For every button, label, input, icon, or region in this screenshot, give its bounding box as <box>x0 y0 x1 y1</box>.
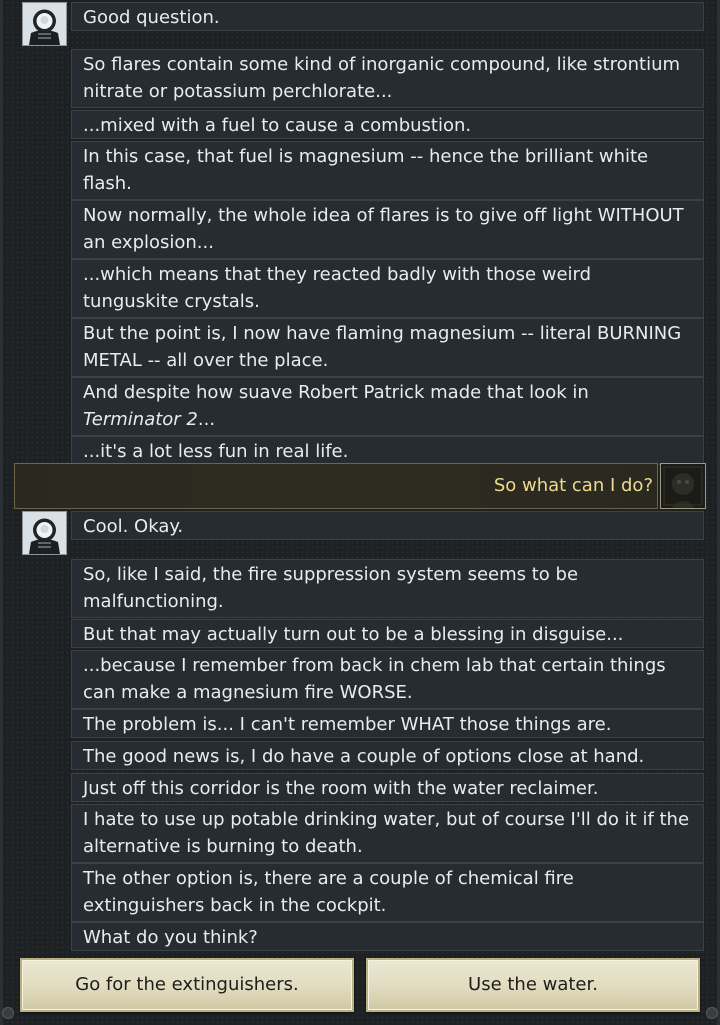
npc-message: The problem is... I can't remember WHAT … <box>71 709 704 738</box>
message-line: So flares contain some kind of inorganic… <box>83 54 681 75</box>
npc-message: I hate to use up potable drinking water,… <box>71 804 704 863</box>
message-line: Now normally, the whole idea of flares i… <box>83 205 684 226</box>
npc-message: The good news is, I do have a couple of … <box>71 741 704 770</box>
ellipsis-text: ... <box>197 409 216 430</box>
npc-message: So, like I said, the fire suppression sy… <box>71 559 704 618</box>
npc-message: What do you think? <box>71 922 704 951</box>
player-message-text: So what can I do? <box>493 475 653 496</box>
astronaut-portrait-icon <box>22 511 67 555</box>
message-line: So, like I said, the fire suppression sy… <box>83 564 579 585</box>
corner-rivet-icon <box>2 1007 14 1019</box>
astronaut-portrait-icon <box>22 2 67 46</box>
message-line: malfunctioning. <box>83 591 224 612</box>
npc-message: Now normally, the whole idea of flares i… <box>71 200 704 259</box>
message-line: alternative is burning to death. <box>83 836 363 857</box>
message-line: can make a magnesium fire WORSE. <box>83 682 413 703</box>
npc-message: Good question. <box>71 2 704 31</box>
message-line: Good question. <box>83 7 220 28</box>
npc-message: ...because I remember from back in chem … <box>71 650 704 709</box>
message-line: an explosion... <box>83 232 214 253</box>
player-portrait-icon <box>660 463 706 509</box>
message-line: But that may actually turn out to be a b… <box>83 624 624 645</box>
message-line: In this case, that fuel is magnesium -- … <box>83 146 649 167</box>
message-line: Terminator 2... <box>83 406 693 433</box>
message-line: And despite how suave Robert Patrick mad… <box>83 382 589 403</box>
npc-message: So flares contain some kind of inorganic… <box>71 49 704 108</box>
npc-message: But that may actually turn out to be a b… <box>71 619 704 648</box>
npc-message: ...mixed with a fuel to cause a combusti… <box>71 110 704 139</box>
message-line: ...which means that they reacted badly w… <box>83 264 592 285</box>
npc-message: Cool. Okay. <box>71 511 704 540</box>
npc-message: ...it's a lot less fun in real life. <box>71 436 704 465</box>
player-message: So what can I do? <box>14 463 658 509</box>
npc-message: In this case, that fuel is magnesium -- … <box>71 141 704 200</box>
npc-message: And despite how suave Robert Patrick mad… <box>71 377 704 436</box>
message-line: What do you think? <box>83 927 258 948</box>
message-line: The problem is... I can't remember WHAT … <box>83 714 612 735</box>
npc-message: ...which means that they reacted badly w… <box>71 259 704 318</box>
message-line: flash. <box>83 173 132 194</box>
message-line: tunguskite crystals. <box>83 291 260 312</box>
message-line: METAL -- all over the place. <box>83 350 329 371</box>
npc-message: Just off this corridor is the room with … <box>71 773 704 802</box>
message-line: I hate to use up potable drinking water,… <box>83 809 690 830</box>
choice-extinguishers-button[interactable]: Go for the extinguishers. <box>20 958 354 1012</box>
message-line: ...because I remember from back in chem … <box>83 655 666 676</box>
choice-water-button[interactable]: Use the water. <box>366 958 700 1012</box>
message-line: nitrate or potassium perchlorate... <box>83 81 393 102</box>
message-line: extinguishers back in the cockpit. <box>83 895 387 916</box>
npc-message: But the point is, I now have flaming mag… <box>71 318 704 377</box>
message-line: The good news is, I do have a couple of … <box>83 746 645 767</box>
message-line: ...it's a lot less fun in real life. <box>83 441 349 462</box>
choice-bar: Go for the extinguishers. Use the water. <box>0 952 720 1025</box>
corner-rivet-icon <box>706 1007 718 1019</box>
message-line: Cool. Okay. <box>83 516 184 537</box>
npc-message: The other option is, there are a couple … <box>71 863 704 922</box>
message-line: The other option is, there are a couple … <box>83 868 574 889</box>
message-line: ...mixed with a fuel to cause a combusti… <box>83 115 472 136</box>
message-line: But the point is, I now have flaming mag… <box>83 323 682 344</box>
movie-title: Terminator 2 <box>83 409 198 430</box>
message-line: Just off this corridor is the room with … <box>83 778 599 799</box>
